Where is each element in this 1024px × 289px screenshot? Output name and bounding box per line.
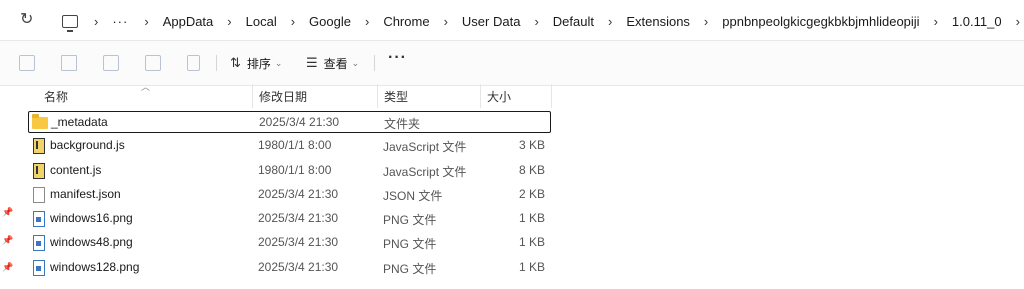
file-date: 2025/3/4 21:30 (258, 260, 339, 274)
file-type: PNG 文件 (383, 262, 437, 276)
file-name: windows128.png (50, 260, 140, 274)
breadcrumb-overflow[interactable]: ··· (112, 14, 128, 29)
file-date: 1980/1/1 8:00 (258, 138, 332, 152)
file-date: 2025/3/4 21:30 (258, 235, 339, 249)
breadcrumb-version[interactable]: 1.0.11_0 (952, 14, 1002, 29)
computer-icon[interactable] (62, 14, 78, 32)
paste-icon[interactable] (61, 55, 77, 71)
share-icon[interactable] (145, 55, 161, 71)
file-type: JSON 文件 (383, 189, 443, 203)
file-name: background.js (50, 138, 125, 152)
json-file-icon (33, 187, 45, 203)
file-name: manifest.json (50, 187, 121, 201)
view-label: 查看 (323, 56, 348, 71)
chevron-down-icon: ⌄ (351, 57, 360, 68)
pin-icon[interactable]: 📌 (2, 262, 13, 273)
file-name: windows48.png (50, 235, 133, 249)
file-date: 2025/3/4 21:30 (258, 187, 339, 201)
column-divider[interactable] (252, 84, 253, 108)
breadcrumb-local[interactable]: Local (246, 14, 277, 29)
column-divider[interactable] (480, 84, 481, 108)
file-date: 2025/3/4 21:30 (258, 211, 339, 225)
rename-icon[interactable] (103, 55, 119, 71)
sort-icon: ⇅ (230, 55, 241, 70)
file-size: 8 KB (518, 163, 545, 177)
file-date: 2025/3/4 21:30 (259, 115, 340, 129)
file-type: PNG 文件 (383, 237, 437, 251)
breadcrumb-google[interactable]: Google (309, 14, 351, 29)
file-row-background-js[interactable]: background.js 1980/1/1 8:00 JavaScript 文… (28, 135, 549, 157)
chevron-right-icon[interactable]: › (704, 14, 708, 29)
js-file-icon (33, 163, 45, 179)
file-type: 文件夹 (384, 117, 421, 131)
file-size: 1 KB (518, 260, 545, 274)
sort-ascending-icon: ︿ (141, 82, 151, 92)
column-header-name[interactable]: 名称 (44, 88, 68, 112)
copy-icon[interactable] (19, 55, 35, 71)
breadcrumb: › ··· › AppData › Local › Google › Chrom… (62, 12, 1024, 32)
sort-button[interactable]: ⇅ 排序 ⌄ (230, 53, 282, 73)
file-name: windows16.png (50, 211, 133, 225)
command-bar: ⇅ 排序 ⌄ ☰ 查看 ⌄ ··· (0, 40, 1024, 86)
view-icon: ☰ (306, 55, 318, 70)
breadcrumb-extensions[interactable]: Extensions (626, 14, 690, 29)
chevron-right-icon[interactable]: › (227, 14, 231, 29)
file-row-manifest-json[interactable]: manifest.json 2025/3/4 21:30 JSON 文件 2 K… (28, 184, 549, 206)
column-header-date[interactable]: 修改日期 (259, 88, 307, 112)
png-file-icon (33, 260, 45, 276)
file-row-content-js[interactable]: content.js 1980/1/1 8:00 JavaScript 文件 8… (28, 160, 549, 182)
file-date: 1980/1/1 8:00 (258, 163, 332, 177)
chevron-right-icon[interactable]: › (365, 14, 369, 29)
breadcrumb-default[interactable]: Default (553, 14, 594, 29)
column-divider[interactable] (377, 84, 378, 108)
toolbar-divider (374, 55, 375, 71)
chevron-down-icon: ⌄ (274, 57, 283, 68)
js-file-icon (33, 138, 45, 154)
column-divider[interactable] (551, 84, 552, 108)
toolbar-divider (216, 55, 217, 71)
file-name: _metadata (51, 115, 108, 129)
chevron-right-icon[interactable]: › (291, 14, 295, 29)
file-size: 1 KB (518, 235, 545, 249)
chevron-right-icon[interactable]: › (1016, 14, 1020, 29)
file-type: PNG 文件 (383, 213, 437, 227)
file-size: 2 KB (518, 187, 545, 201)
pin-icon[interactable]: 📌 (2, 235, 13, 246)
file-size: 1 KB (518, 211, 545, 225)
file-row-metadata[interactable]: _metadata 2025/3/4 21:30 文件夹 (28, 111, 551, 133)
chevron-right-icon[interactable]: › (94, 14, 98, 29)
file-type: JavaScript 文件 (383, 140, 467, 154)
breadcrumb-user-data[interactable]: User Data (462, 14, 521, 29)
more-options-button[interactable]: ··· (388, 49, 407, 67)
breadcrumb-extension-id[interactable]: ppnbnpeolgkicgegkbkbjmhlideopiji (722, 14, 919, 29)
file-name: content.js (50, 163, 102, 177)
file-row-windows16-png[interactable]: windows16.png 2025/3/4 21:30 PNG 文件 1 KB (28, 208, 549, 230)
column-header-type[interactable]: 类型 (384, 88, 408, 112)
file-row-windows128-png[interactable]: windows128.png 2025/3/4 21:30 PNG 文件 1 K… (28, 257, 549, 279)
chevron-right-icon[interactable]: › (608, 14, 612, 29)
pin-icon[interactable]: 📌 (2, 207, 13, 218)
folder-icon (32, 114, 48, 129)
breadcrumb-chrome[interactable]: Chrome (383, 14, 429, 29)
png-file-icon (33, 235, 45, 251)
png-file-icon (33, 211, 45, 227)
sort-label: 排序 (246, 56, 271, 71)
file-type: JavaScript 文件 (383, 165, 467, 179)
delete-icon[interactable] (187, 55, 200, 71)
address-bar: ↻ › ··· › AppData › Local › Google › Chr… (0, 0, 1024, 40)
refresh-icon[interactable]: ↻ (20, 11, 36, 29)
view-button[interactable]: ☰ 查看 ⌄ (306, 53, 359, 73)
breadcrumb-appdata[interactable]: AppData (163, 14, 214, 29)
chevron-right-icon[interactable]: › (444, 14, 448, 29)
chevron-right-icon[interactable]: › (534, 14, 538, 29)
chevron-right-icon[interactable]: › (934, 14, 938, 29)
chevron-right-icon[interactable]: › (144, 14, 148, 29)
file-row-windows48-png[interactable]: windows48.png 2025/3/4 21:30 PNG 文件 1 KB (28, 232, 549, 254)
file-size: 3 KB (518, 138, 545, 152)
column-header-size[interactable]: 大小 (487, 88, 511, 112)
